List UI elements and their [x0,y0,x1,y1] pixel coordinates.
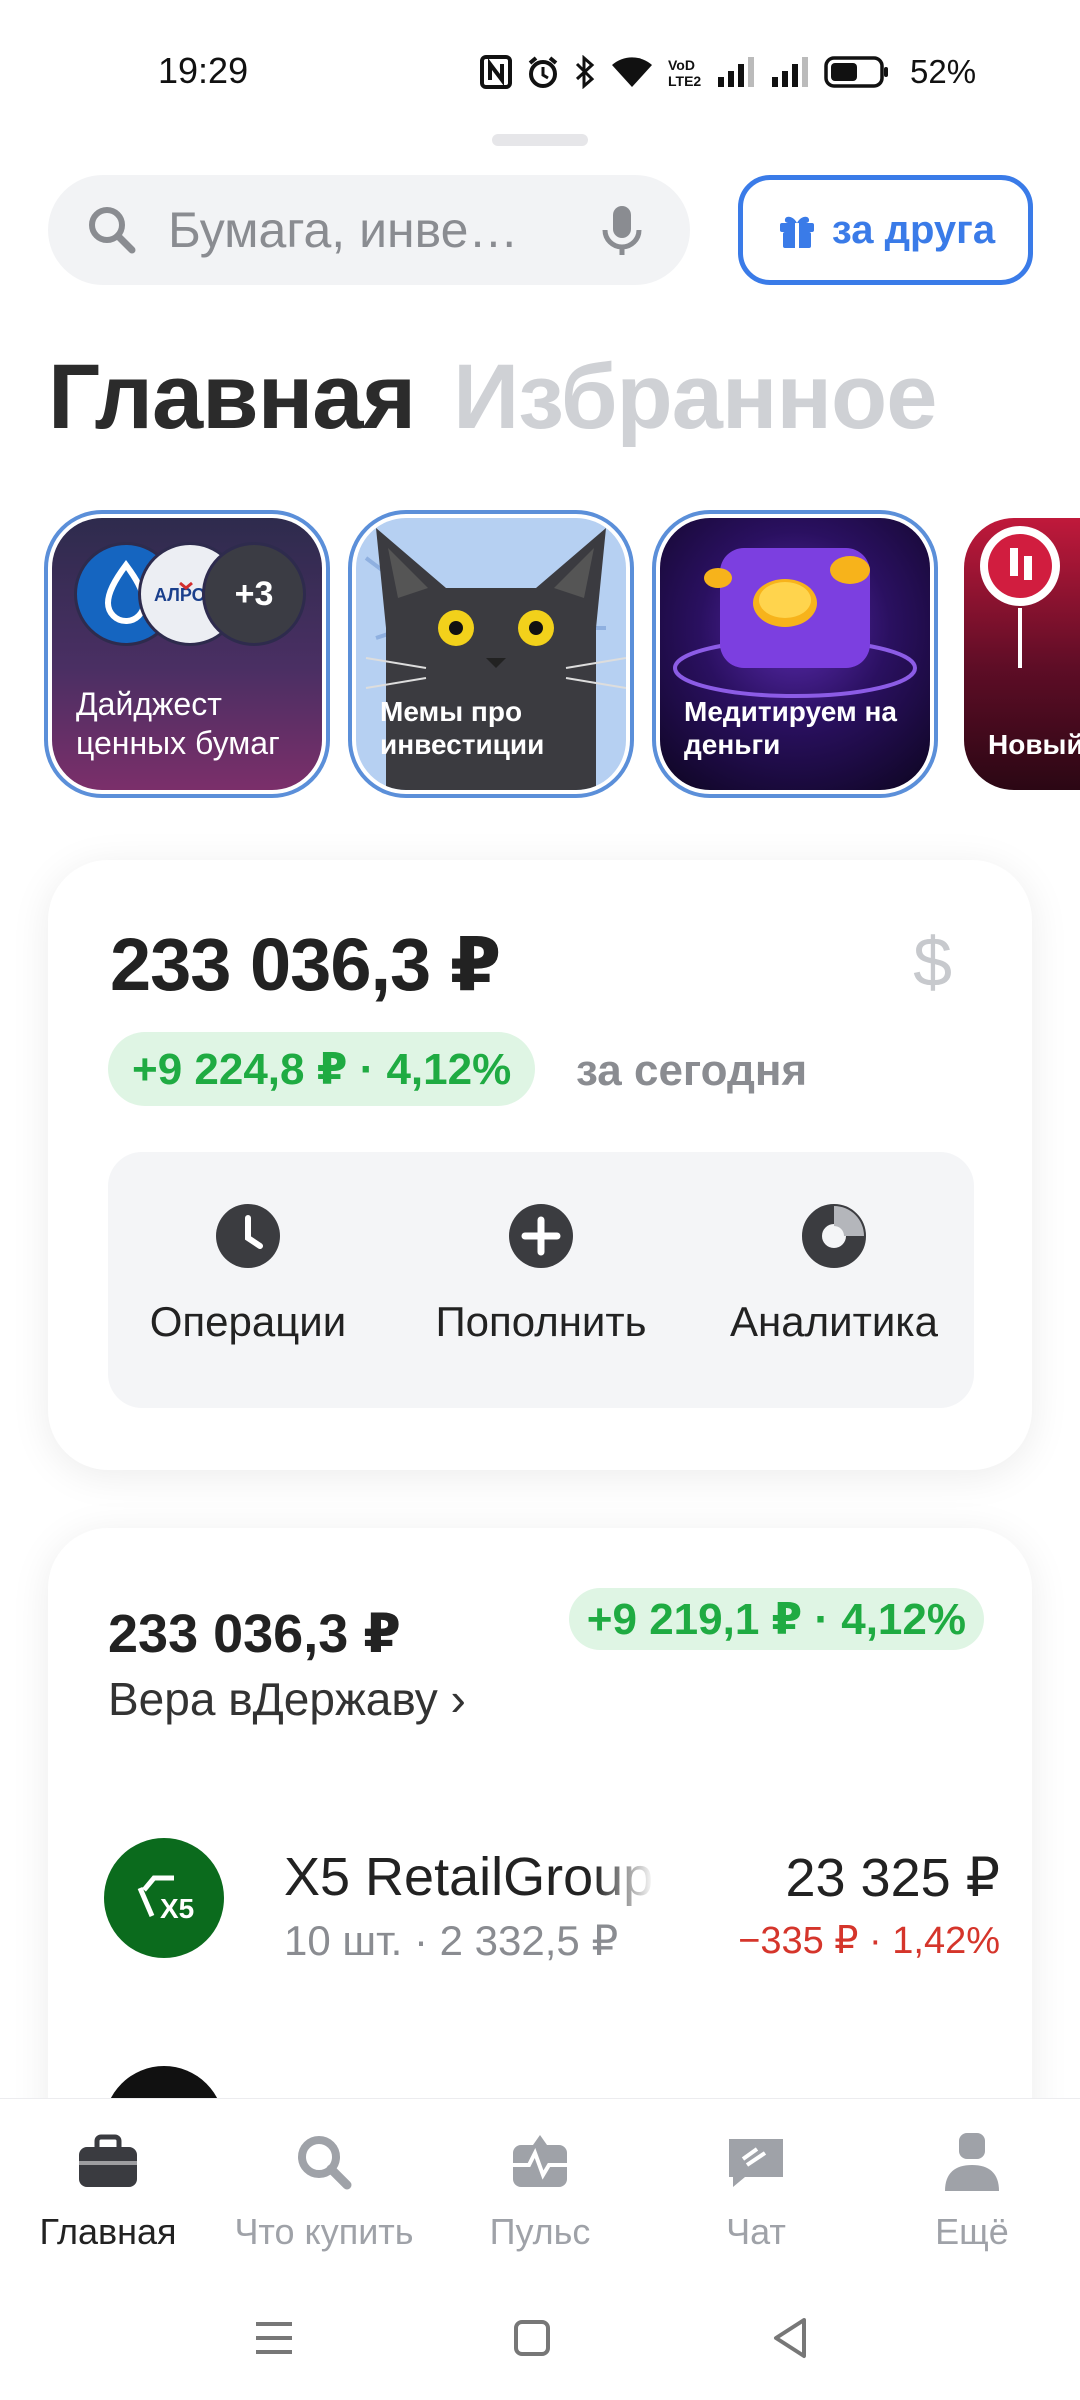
search-input[interactable] [168,201,568,259]
battery-percent: 52% [910,53,977,90]
nav-more[interactable]: Ещё [864,2129,1080,2253]
story-label: Новый для убы [988,729,1080,761]
system-navigation [0,2278,1080,2400]
account-name-link[interactable]: Вера вДержаву › [108,1672,466,1726]
invite-friend-button[interactable]: за друга [738,175,1033,285]
nav-home-label: Главная [39,2211,177,2252]
bluetooth-icon [575,55,595,89]
status-time: 19:29 [158,50,249,91]
profile-icon [945,2133,999,2191]
search-icon [89,207,136,254]
svg-text:X5: X5 [160,1893,194,1924]
nav-pulse-label: Пульс [489,2211,591,2252]
tab-main[interactable]: Главная [48,345,416,450]
story-meditate[interactable]: Медитируем на деньги [652,510,938,798]
position-change: −335 ₽ · 1,42% [738,1920,1000,1962]
plus-icon [509,1204,573,1268]
gift-icon [779,216,814,248]
svg-text:LTE2: LTE2 [668,73,701,89]
story-more-badge: +3 [202,542,306,646]
nav-home[interactable]: Главная [0,2129,216,2253]
pulse-icon [513,2135,567,2187]
nav-chat[interactable]: Чат [648,2129,864,2253]
signal-2-icon [772,57,808,87]
alarm-icon [528,56,558,88]
nav-pulse[interactable]: Пульс [432,2129,648,2253]
volte-icon: VoDLTE2 [668,57,701,89]
svg-text:VoD: VoD [668,57,695,73]
position-row[interactable]: X5 X5 RetailGroup 10 шт. · 2 332,5 ₽ 23 … [104,1838,1004,1968]
bottom-navigation: Главная Что купить Пульс Чат Ещё [0,2098,1080,2278]
donut-chart-icon [802,1204,866,1268]
nav-what-to-buy-label: Что купить [234,2211,414,2252]
nav-chat-label: Чат [726,2211,786,2252]
clock-icon [216,1204,280,1268]
x5-logo: X5 [104,1838,224,1958]
search-icon [298,2136,352,2190]
story-digest[interactable]: АЛРОС +3 Дайджест ценных бумаг [44,510,330,798]
story-label: Медитируем на деньги [684,695,897,761]
day-change-label: за сегодня [576,1046,808,1095]
tab-favorites[interactable]: Избранное [453,345,937,450]
position-name: X5 RetailGroup [284,1846,654,1908]
operations-label: Операции [149,1298,347,1345]
analytics-button[interactable]: Аналитика [704,1202,964,1346]
status-icons: VoD LTE2 52% [480,50,976,94]
day-change-badge: +9 224,8 ₽ · 4,12% [108,1032,536,1106]
nfc-icon [480,55,512,89]
briefcase-icon [79,2134,137,2187]
story-label: Мемы про инвестиции [380,695,545,761]
menu-icon[interactable] [244,2308,304,2368]
portfolio-summary-card: 233 036,3 ₽ $ +9 224,8 ₽ · 4,12% за сего… [48,860,1032,1470]
portfolio-total: 233 036,3 ₽ [110,923,501,1006]
page-tabs: Главная Избранное [48,345,937,450]
wifi-icon [612,57,652,87]
position-quantity: 10 шт. · 2 332,5 ₽ [284,1917,619,1964]
account-total: 233 036,3 ₽ [108,1604,401,1664]
candles-illustration [980,526,1060,668]
chat-icon [729,2139,783,2187]
invite-friend-label: за друга [831,207,996,252]
coins-illustration [673,548,917,698]
sheet-grabber[interactable] [492,134,588,146]
stories-carousel: АЛРОС +3 Дайджест ценных бумаг Мемы про … [40,510,1080,800]
analytics-label: Аналитика [730,1298,938,1345]
signal-icon [718,57,754,87]
story-memes[interactable]: Мемы про инвестиции [348,510,634,798]
story-label: Дайджест ценных бумаг [76,686,280,761]
account-change-badge: +9 219,1 ₽ · 4,12% [568,1588,984,1650]
currency-toggle[interactable]: $ [913,922,952,1002]
story-new[interactable]: Новый для убы [956,510,1080,798]
nav-what-to-buy[interactable]: Что купить [216,2129,432,2253]
operations-button[interactable]: Операции [118,1202,378,1346]
battery-icon [824,56,888,88]
position-value: 23 325 ₽ [785,1848,1000,1908]
search-bar[interactable] [48,175,690,285]
quick-actions: Операции Пополнить Аналитика [108,1152,974,1408]
nav-more-label: Ещё [935,2211,1009,2252]
top-up-label: Пополнить [435,1298,647,1345]
top-up-button[interactable]: Пополнить [411,1202,671,1346]
home-square-icon[interactable] [502,2308,562,2368]
back-icon[interactable] [760,2308,820,2368]
microphone-icon[interactable] [594,202,650,258]
status-bar: 19:29 VoD LTE2 52% [0,0,1080,140]
